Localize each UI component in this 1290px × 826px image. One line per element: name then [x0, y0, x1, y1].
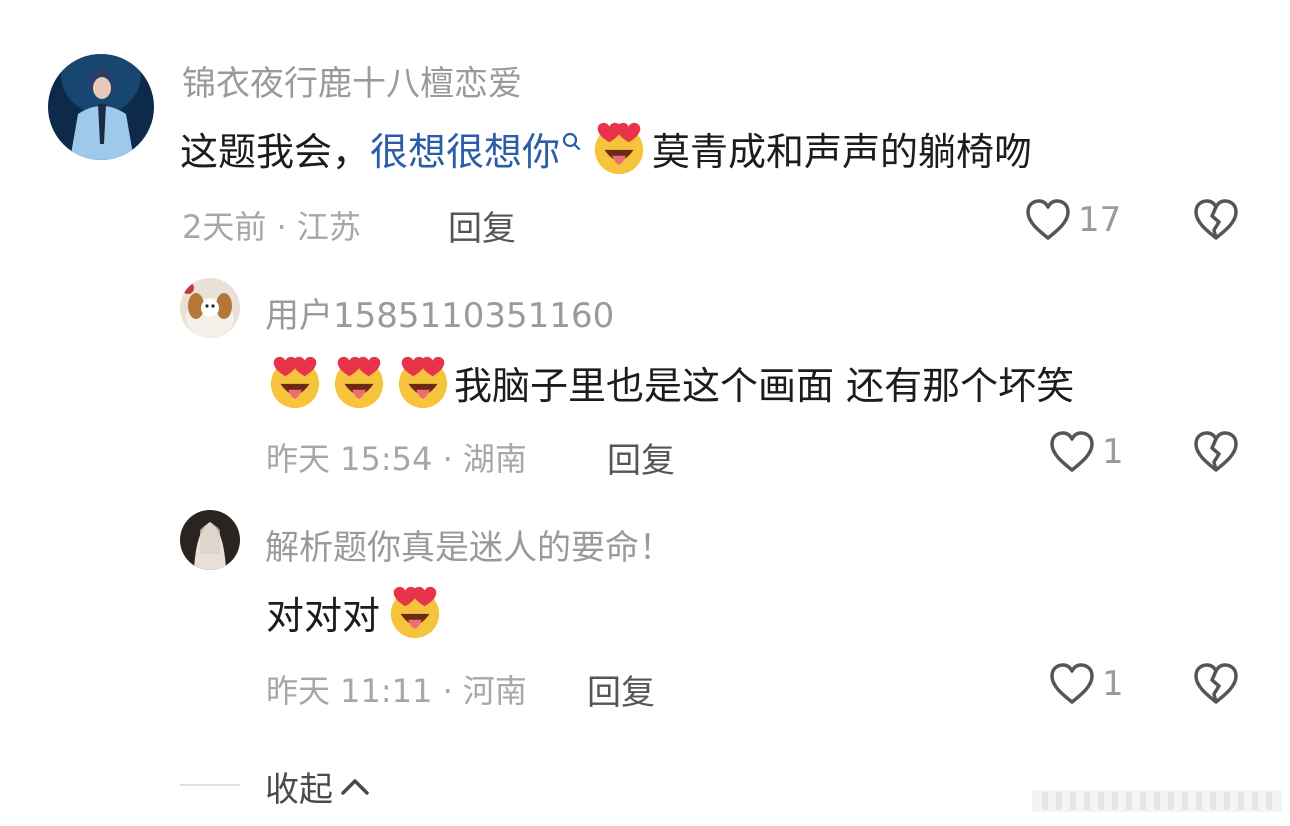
like-count: 17 — [1078, 200, 1122, 240]
heart-outline-icon — [1048, 662, 1096, 706]
like-button[interactable]: 1 — [1048, 662, 1124, 706]
search-icon[interactable] — [562, 119, 582, 163]
broken-heart-icon — [1192, 662, 1240, 706]
comment-text: 我脑子里也是这个画面 还有那个坏笑 — [266, 352, 1074, 412]
comment-text: 对对对 — [266, 582, 444, 642]
heart-eyes-emoji — [330, 353, 388, 411]
broken-heart-icon — [1192, 430, 1240, 474]
comment-text-body: 我脑子里也是这个画面 还有那个坏笑 — [454, 363, 1075, 408]
comment-meta: 昨天 11:11 · 河南 — [266, 672, 527, 710]
username[interactable]: 解析题你真是迷人的要命！ — [265, 520, 673, 569]
avatar[interactable] — [180, 510, 240, 570]
watermark-graphic — [1032, 790, 1282, 812]
reply-item: 解析题你真是迷人的要命！ 对对对 昨天 11:11 · 河南 回复 1 — [0, 492, 1290, 722]
dislike-button[interactable] — [1192, 662, 1240, 710]
heart-eyes-emoji — [590, 119, 648, 177]
heart-eyes-emoji — [394, 353, 452, 411]
avatar[interactable] — [48, 54, 154, 160]
username[interactable]: 用户1585110351160 — [265, 288, 614, 337]
like-button[interactable]: 17 — [1024, 198, 1121, 242]
like-count: 1 — [1102, 664, 1124, 704]
broken-heart-icon — [1192, 198, 1240, 242]
comment-text-prefix: 这题我会， — [180, 129, 371, 174]
heart-outline-icon — [1048, 430, 1096, 474]
avatar[interactable] — [180, 278, 240, 338]
comment-meta: 昨天 15:54 · 湖南 — [266, 440, 527, 478]
comment-meta: 2天前 · 江苏 — [182, 208, 361, 246]
reply-button[interactable]: 回复 — [607, 433, 675, 482]
comment-text-body: 对对对 — [266, 593, 381, 638]
collapse-divider — [180, 784, 240, 786]
comment-text-suffix: 莫青成和声声的躺椅吻 — [652, 129, 1033, 174]
heart-eyes-emoji — [266, 353, 324, 411]
dislike-button[interactable] — [1192, 430, 1240, 478]
like-count: 1 — [1102, 432, 1124, 472]
heart-outline-icon — [1024, 198, 1072, 242]
like-button[interactable]: 1 — [1048, 430, 1124, 474]
comment-text: 这题我会， 很想很想你 莫青成和声声的躺椅吻 — [180, 118, 1032, 178]
chevron-up-icon — [341, 778, 369, 795]
reply-button[interactable]: 回复 — [448, 201, 516, 250]
comment-item: 锦衣夜行鹿十八檀恋爱 这题我会， 很想很想你 莫青成和声声的躺椅吻 2天前 · … — [0, 0, 1290, 250]
username[interactable]: 锦衣夜行鹿十八檀恋爱 — [182, 56, 522, 105]
dislike-button[interactable] — [1192, 198, 1240, 246]
heart-eyes-emoji — [386, 583, 444, 641]
collapse-button[interactable]: 收起 — [265, 762, 371, 811]
collapse-label: 收起 — [265, 770, 333, 810]
reply-item: 用户1585110351160 我脑子里也是这个画面 还有那个坏笑 昨天 15:… — [0, 260, 1290, 490]
search-link[interactable]: 很想很想你 — [370, 121, 560, 176]
reply-button[interactable]: 回复 — [587, 665, 655, 714]
